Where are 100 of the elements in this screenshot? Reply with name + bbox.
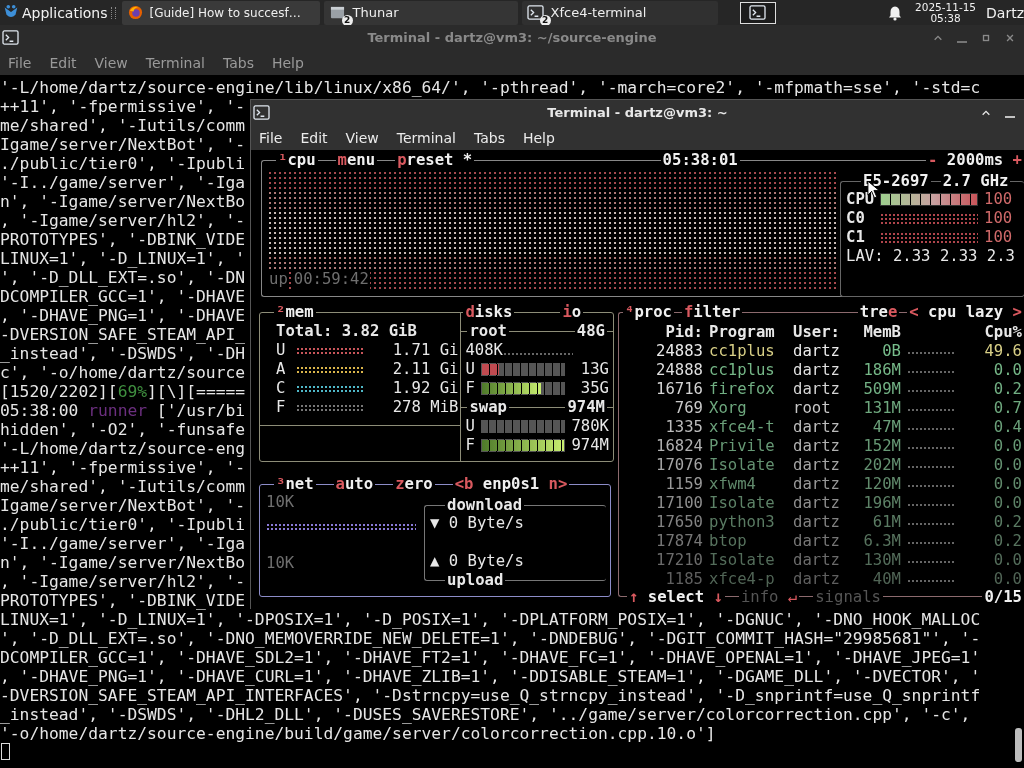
scrollbar-thumb[interactable] xyxy=(1015,728,1022,762)
table-cell-text: dartz xyxy=(793,570,841,589)
table-cell-text: dartz xyxy=(793,551,841,570)
table-cell-text: 196M xyxy=(862,494,901,513)
panel-tab[interactable]: ⁴proc xyxy=(623,304,674,321)
table-cell-text: firefox xyxy=(709,380,776,399)
table-cell-text: 0.2 xyxy=(992,532,1023,551)
terminal-line: DCOMPILER_GCC=1', '-DHAVE_SDL2=1', '-DHAVE_FT2=1', '-DHAVE_FC=1', '-DHAVE_OPENAL=1', '-DHAVE_JPEG=1' xyxy=(0,648,981,667)
column-header[interactable]: MemB xyxy=(857,323,901,342)
column-header[interactable]: Pid: xyxy=(619,323,703,342)
load-average: LAV: 2.33 2.33 2.3 xyxy=(846,247,1016,266)
table-cell-text: 17874 xyxy=(655,532,703,551)
table-cell-text: 24888 xyxy=(655,361,703,380)
disk-io-value: 408K xyxy=(465,341,503,360)
terminal-line: Igame/server/NextBot', '- xyxy=(0,496,246,515)
column-header[interactable]: Program xyxy=(709,323,787,342)
terminal-line: , '-Igame/server/hl2', '- xyxy=(0,572,246,591)
table-cell-text: btop xyxy=(709,532,748,551)
table-cell-text: 0B xyxy=(881,342,901,361)
menu-item[interactable]: Tabs xyxy=(222,54,254,71)
menu-item[interactable]: View xyxy=(345,129,379,146)
table-cell-text: 769 xyxy=(673,399,703,418)
core-label: C0 xyxy=(846,209,866,228)
volume-size: 974M xyxy=(566,398,606,417)
table-cell-text: dartz xyxy=(793,456,841,475)
graph-scale: 10K xyxy=(266,493,295,512)
table-cell-text: dartz xyxy=(793,532,841,551)
applications-menu[interactable]: Applications xyxy=(22,4,108,21)
menu-item[interactable]: Edit xyxy=(300,129,328,146)
disk-value: 780K xyxy=(571,417,610,436)
clock-time: 05:38 xyxy=(930,12,961,24)
terminal-line: ++11', '-fpermissive', '- xyxy=(0,97,246,116)
table-cell-text: 47M xyxy=(871,418,901,437)
panel-tab[interactable]: preset * xyxy=(395,152,475,169)
table-cell-text: 16716 xyxy=(655,380,703,399)
terminal-line: DCOMPILER_GCC=1', '-DHAVE xyxy=(0,287,246,306)
table-cell-text: 1335 xyxy=(664,418,703,437)
table-cell-text: dartz xyxy=(793,418,841,437)
table-cell-text: Xorg xyxy=(709,399,748,418)
table-cell-text: 40M xyxy=(871,570,901,589)
menu-item[interactable]: View xyxy=(94,54,128,71)
terminal-line: ./public/tier0', '-Ipubli xyxy=(0,154,246,173)
minimize-icon xyxy=(1005,115,1015,118)
table-cell-text: dartz xyxy=(793,437,841,456)
terminal-line: [1520/2202][69%][\][===== xyxy=(0,382,246,401)
menu-item[interactable]: File xyxy=(8,54,32,71)
terminal-line: '-L/home/dartz/source-engine/lib/linux/x86_64/', '-pthread', '-march=core2', '-mfpmath=sse', '-std=c xyxy=(0,78,981,97)
terminal-line: me/shared', '-Iutils/comm xyxy=(0,116,246,135)
memory-label: A xyxy=(276,360,287,379)
menu-item[interactable]: Help xyxy=(271,54,304,71)
table-cell-text: 0.0 xyxy=(992,361,1023,380)
window-title: Terminal - dartz@vm3: ~/source-engine xyxy=(367,30,657,45)
close-icon xyxy=(1005,32,1015,43)
table-cell-text: dartz xyxy=(793,380,841,399)
table-cell-text: 17076 xyxy=(655,456,703,475)
table-cell-text: dartz xyxy=(793,494,841,513)
memory-label: C xyxy=(276,379,287,398)
table-cell-text: dartz xyxy=(793,513,841,532)
table-cell-text: 0.2 xyxy=(992,380,1023,399)
task-button[interactable]: [Guide] How to succesf… xyxy=(121,0,320,25)
menu-item[interactable]: File xyxy=(259,129,283,146)
table-cell-text: 1159 xyxy=(664,475,703,494)
terminal-line: ', '-D_DLL_EXT=.so', '-DN xyxy=(0,268,246,287)
menu-item[interactable]: Edit xyxy=(49,54,77,71)
maximize-icon xyxy=(981,32,991,43)
menu-item[interactable]: Terminal xyxy=(396,129,456,146)
notification-bell-icon[interactable] xyxy=(887,4,903,21)
table-cell-text: Isolate xyxy=(709,456,776,475)
panel-tab[interactable]: < cpu lazy > xyxy=(907,304,1024,321)
panel-tab[interactable]: ¹cpu xyxy=(276,152,318,169)
minimize-icon xyxy=(957,40,967,43)
table-cell-text: cc1plus xyxy=(709,361,776,380)
clock-date: 2025-11-15 xyxy=(915,1,977,13)
table-cell-text: dartz xyxy=(793,342,841,361)
table-cell-text: dartz xyxy=(793,475,841,494)
table-cell-text: 509M xyxy=(862,380,901,399)
menu-item[interactable]: Help xyxy=(522,129,555,146)
table-cell-text: 0.0 xyxy=(992,475,1023,494)
terminal-line: '-I../game/server', '-Iga xyxy=(0,534,246,553)
terminal-icon xyxy=(2,30,19,45)
terminal-line: _instead', '-DSWDS', '-DHL2_DLL', '-DUSES_SAVERESTORE', '../game/server/colorcorrection.cpp', '-c', xyxy=(0,705,971,724)
column-header[interactable]: User: xyxy=(793,323,851,342)
table-cell-text: 17210 xyxy=(655,551,703,570)
download-rate: ▼ 0 Byte/s xyxy=(430,514,525,533)
menu-item[interactable]: Tabs xyxy=(473,129,505,146)
table-cell-text: 120M xyxy=(862,475,901,494)
table-cell-text: 49.6 xyxy=(983,342,1023,361)
table-cell-text: 202M xyxy=(862,456,901,475)
core-label: CPU xyxy=(846,190,876,209)
column-header[interactable]: Cpu% xyxy=(961,323,1024,342)
core-usage: 100 xyxy=(984,190,1013,209)
table-cell-text: 17650 xyxy=(655,513,703,532)
terminal-icon xyxy=(526,5,544,20)
terminal-launcher[interactable] xyxy=(739,1,776,24)
memory-total: Total: 3.82 GiB xyxy=(275,322,418,341)
terminal-line: , '-DHAVE_PNG=1', '-DHAVE_CURL=1', '-DHAVE_ZLIB=1', '-DDISABLE_STEAM=1', '-DGAME_DLL', '-DVECTOR', ' xyxy=(0,667,981,686)
user-name[interactable]: Dartz xyxy=(986,4,1024,21)
menu-item[interactable]: Terminal xyxy=(145,54,205,71)
panel-tab[interactable]: <b enp0s1 n> xyxy=(452,476,570,493)
terminal-line: '-o/home/dartz/source-engine/build/game/server/colorcorrection.cpp.10.o'] xyxy=(0,724,716,743)
